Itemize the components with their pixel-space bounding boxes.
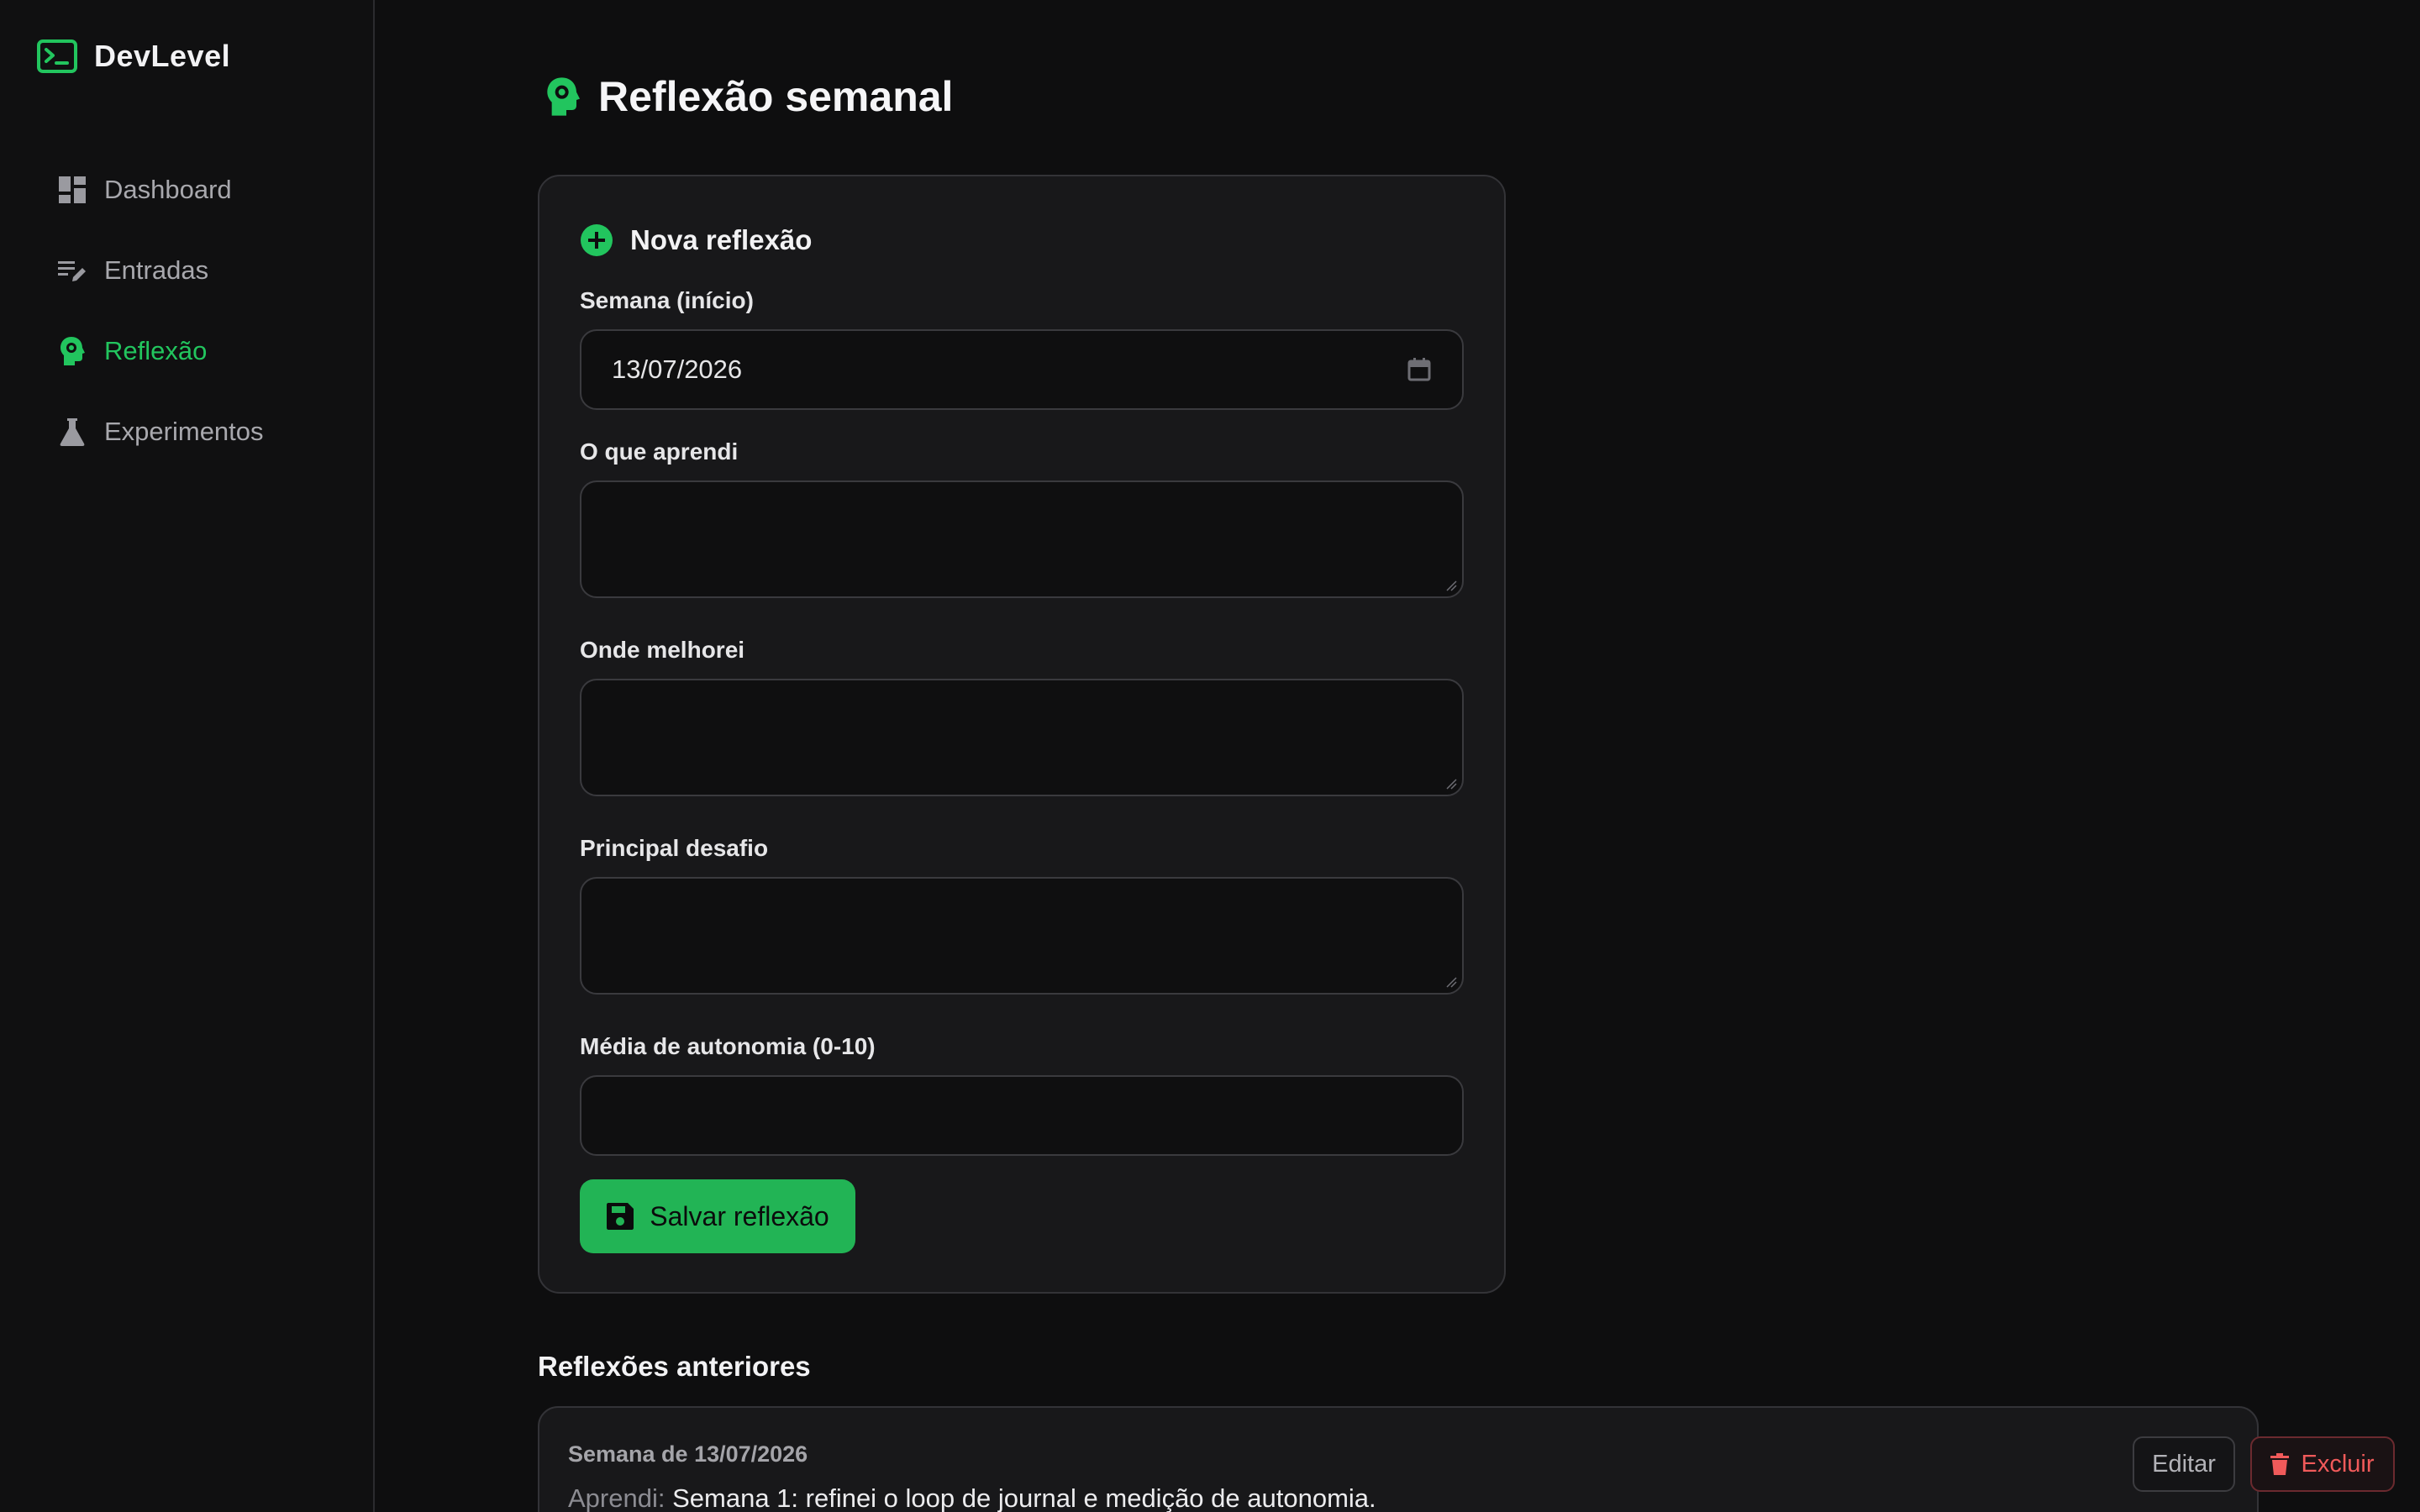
improved-textarea[interactable] xyxy=(580,679,1464,796)
sidebar: DevLevel Dashboard Entradas Reflexão Exp… xyxy=(0,0,375,1512)
entry-learned-prefix: Aprendi: xyxy=(568,1483,666,1512)
week-date-input[interactable]: 13/07/2026 xyxy=(580,329,1464,410)
improved-label: Onde melhorei xyxy=(580,637,745,663)
calendar-icon[interactable] xyxy=(1407,357,1432,382)
challenge-label: Principal desafio xyxy=(580,835,769,861)
page-header: Reflexão semanal xyxy=(544,72,953,121)
delete-label: Excluir xyxy=(2301,1450,2375,1478)
terminal-icon xyxy=(37,39,77,73)
autonomy-label: Média de autonomia (0-10) xyxy=(580,1033,876,1059)
page-title: Reflexão semanal xyxy=(598,73,954,120)
sidebar-item-reflexao[interactable]: Reflexão xyxy=(55,311,358,391)
entry-learned: Aprendi: Semana 1: refinei o loop de jou… xyxy=(568,1483,1376,1512)
brand-name: DevLevel xyxy=(94,39,231,73)
reflection-entry: Semana de 13/07/2026 Aprendi: Semana 1: … xyxy=(538,1406,2395,1512)
entry-learned-text: Semana 1: refinei o loop de journal e me… xyxy=(672,1483,1376,1512)
head-gear-icon xyxy=(547,77,580,116)
sidebar-item-label: Entradas xyxy=(104,255,209,285)
form-title: Nova reflexão xyxy=(630,224,813,255)
form-header: Nova reflexão xyxy=(580,223,812,257)
sidebar-item-experimentos[interactable]: Experimentos xyxy=(55,391,358,472)
edit-list-icon xyxy=(55,254,89,287)
edit-button[interactable]: Editar xyxy=(2133,1436,2235,1492)
new-reflection-form: Nova reflexão Semana (início) 13/07/2026… xyxy=(538,175,1506,1294)
week-label: Semana (início) xyxy=(580,287,754,313)
sidebar-item-label: Reflexão xyxy=(104,336,208,365)
sidebar-item-label: Dashboard xyxy=(104,175,232,204)
save-icon xyxy=(607,1203,634,1230)
head-gear-icon xyxy=(55,334,89,368)
learned-textarea[interactable] xyxy=(580,480,1464,598)
sidebar-nav: Dashboard Entradas Reflexão Experimentos xyxy=(55,150,358,472)
resize-handle-icon[interactable] xyxy=(1445,580,1457,591)
trash-icon xyxy=(2270,1453,2290,1475)
history-title: Reflexões anteriores xyxy=(538,1351,811,1382)
save-reflection-label: Salvar reflexão xyxy=(650,1200,829,1231)
autonomy-input[interactable] xyxy=(580,1075,1464,1156)
sidebar-item-label: Experimentos xyxy=(104,417,264,446)
sidebar-item-dashboard[interactable]: Dashboard xyxy=(55,150,358,230)
resize-handle-icon[interactable] xyxy=(1445,976,1457,988)
resize-handle-icon[interactable] xyxy=(1445,778,1457,790)
save-reflection-button[interactable]: Salvar reflexão xyxy=(580,1179,855,1253)
week-date-value: 13/07/2026 xyxy=(612,354,743,384)
learned-label: O que aprendi xyxy=(580,438,739,465)
challenge-textarea[interactable] xyxy=(580,877,1464,995)
main-content: Reflexão semanal Nova reflexão Semana (i… xyxy=(375,0,2420,1512)
brand[interactable]: DevLevel xyxy=(37,39,230,74)
flask-icon xyxy=(55,415,89,449)
sidebar-item-entradas[interactable]: Entradas xyxy=(55,230,358,311)
plus-circle-icon xyxy=(581,224,613,256)
edit-label: Editar xyxy=(2152,1450,2216,1478)
dashboard-icon xyxy=(55,173,89,207)
entry-week: Semana de 13/07/2026 xyxy=(568,1441,808,1467)
delete-button[interactable]: Excluir xyxy=(2250,1436,2395,1492)
